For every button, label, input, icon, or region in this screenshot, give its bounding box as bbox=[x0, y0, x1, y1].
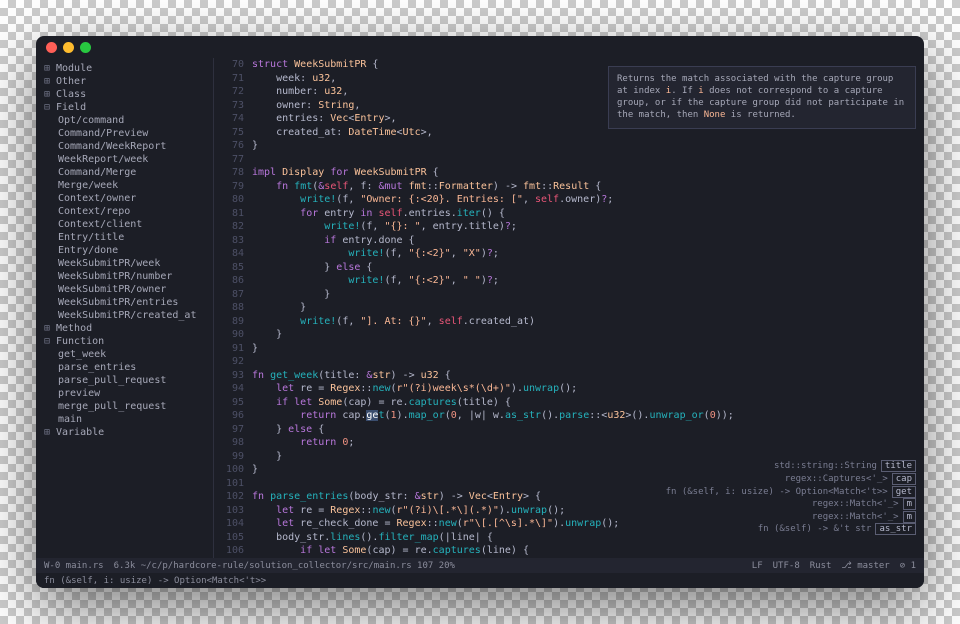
tree-item[interactable]: WeekSubmitPR/number bbox=[36, 270, 213, 283]
tree-item[interactable]: Context/client bbox=[36, 218, 213, 231]
tree-item-label: main bbox=[58, 414, 82, 425]
tree-section[interactable]: ⊞ Method bbox=[36, 322, 213, 335]
tree-section[interactable]: ⊞ Module bbox=[36, 62, 213, 75]
tree-label: Module bbox=[56, 63, 92, 74]
tree-label: Field bbox=[56, 102, 86, 113]
tree-item[interactable]: main bbox=[36, 413, 213, 426]
tree-item-label: merge_pull_request bbox=[58, 401, 166, 412]
tree-item-label: Context/owner bbox=[58, 193, 136, 204]
tree-item-label: WeekSubmitPR/number bbox=[58, 271, 172, 282]
minimize-icon[interactable] bbox=[63, 42, 74, 53]
tree-label: Class bbox=[56, 89, 86, 100]
expand-icon: ⊞ bbox=[42, 427, 52, 438]
modeline-warnings: ⊘ 1 bbox=[900, 561, 916, 571]
tree-label: Variable bbox=[56, 427, 104, 438]
expand-icon: ⊟ bbox=[42, 102, 52, 113]
tree-item[interactable]: get_week bbox=[36, 348, 213, 361]
tree-item-label: WeekSubmitPR/entries bbox=[58, 297, 178, 308]
tree-item[interactable]: Command/WeekReport bbox=[36, 140, 213, 153]
tree-section[interactable]: ⊞ Other bbox=[36, 75, 213, 88]
tree-item-label: Context/client bbox=[58, 219, 142, 230]
modeline-encoding: LF bbox=[752, 561, 763, 571]
hint-row: regex::Captures<'_>cap bbox=[666, 473, 916, 486]
expand-icon: ⊞ bbox=[42, 89, 52, 100]
expand-icon: ⊞ bbox=[42, 323, 52, 334]
hint-row: fn (&self) -> &'t stras_str bbox=[666, 523, 916, 536]
doc-tooltip: Returns the match associated with the ca… bbox=[608, 66, 916, 129]
tree-item[interactable]: Opt/command bbox=[36, 114, 213, 127]
tree-item[interactable]: WeekReport/week bbox=[36, 153, 213, 166]
tree-item[interactable]: Entry/done bbox=[36, 244, 213, 257]
tree-item-label: parse_pull_request bbox=[58, 375, 166, 386]
hint-row: std::string::Stringtitle bbox=[666, 460, 916, 473]
tree-item-label: Opt/command bbox=[58, 115, 124, 126]
tree-item[interactable]: Context/repo bbox=[36, 205, 213, 218]
titlebar[interactable] bbox=[36, 36, 924, 58]
tree-item[interactable]: parse_pull_request bbox=[36, 374, 213, 387]
modeline-lang: Rust bbox=[810, 561, 832, 571]
tree-item-label: Merge/week bbox=[58, 180, 118, 191]
modeline-charset: UTF-8 bbox=[773, 561, 800, 571]
tree-section[interactable]: ⊞ Class bbox=[36, 88, 213, 101]
editor-window: ⊞ Module ⊞ Other ⊞ Class ⊟ Field Opt/command Comm… bbox=[36, 36, 924, 588]
modeline-path: 6.3k ~/c/p/hardcore-rule/solution_collec… bbox=[104, 561, 752, 571]
tree-item[interactable]: WeekSubmitPR/owner bbox=[36, 283, 213, 296]
tree-item[interactable]: WeekSubmitPR/week bbox=[36, 257, 213, 270]
maximize-icon[interactable] bbox=[80, 42, 91, 53]
tree-item-label: Command/Preview bbox=[58, 128, 148, 139]
symbols-sidebar[interactable]: ⊞ Module ⊞ Other ⊞ Class ⊟ Field Opt/command Comm… bbox=[36, 58, 214, 558]
tree-item-label: Context/repo bbox=[58, 206, 130, 217]
tree-item[interactable]: Merge/week bbox=[36, 179, 213, 192]
close-icon[interactable] bbox=[46, 42, 57, 53]
hint-row: regex::Match<'_>m bbox=[666, 498, 916, 511]
tree-item[interactable]: Entry/title bbox=[36, 231, 213, 244]
tree-label: Other bbox=[56, 76, 86, 87]
hint-row: regex::Match<'_>m bbox=[666, 511, 916, 524]
tree-item-label: Command/Merge bbox=[58, 167, 136, 178]
minibuffer-text: fn (&self, i: usize) -> Option<Match<'t>… bbox=[44, 576, 266, 586]
hint-row: fn (&self, i: usize) -> Option<Match<'t>… bbox=[666, 486, 916, 499]
tree-item[interactable]: WeekSubmitPR/created_at bbox=[36, 309, 213, 322]
tree-item-label: WeekReport/week bbox=[58, 154, 148, 165]
tree-item[interactable]: merge_pull_request bbox=[36, 400, 213, 413]
tree-section[interactable]: ⊞ Variable bbox=[36, 426, 213, 439]
modeline: W-0 main.rs 6.3k ~/c/p/hardcore-rule/sol… bbox=[36, 558, 924, 573]
tree-label: Function bbox=[56, 336, 104, 347]
tree-item-label: preview bbox=[58, 388, 100, 399]
main-area: ⊞ Module ⊞ Other ⊞ Class ⊟ Field Opt/command Comm… bbox=[36, 58, 924, 558]
tree-item-label: get_week bbox=[58, 349, 106, 360]
expand-icon: ⊟ bbox=[42, 336, 52, 347]
minibuffer: fn (&self, i: usize) -> Option<Match<'t>… bbox=[36, 573, 924, 588]
modeline-buffer: W-0 main.rs bbox=[44, 561, 104, 571]
modeline-vcs: ⎇ master bbox=[841, 561, 889, 571]
tree-item[interactable]: Command/Merge bbox=[36, 166, 213, 179]
code-editor[interactable]: 70 71 72 73 74 75 76 77 78 79 80 81 82 8… bbox=[214, 58, 924, 558]
tree-section[interactable]: ⊟ Function bbox=[36, 335, 213, 348]
tree-item[interactable]: WeekSubmitPR/entries bbox=[36, 296, 213, 309]
tree-item-label: Entry/title bbox=[58, 232, 124, 243]
tree-item[interactable]: parse_entries bbox=[36, 361, 213, 374]
tree-item[interactable]: Context/owner bbox=[36, 192, 213, 205]
tree-item-label: Entry/done bbox=[58, 245, 118, 256]
tree-item-label: WeekSubmitPR/owner bbox=[58, 284, 166, 295]
tree-item-label: Command/WeekReport bbox=[58, 141, 166, 152]
tree-item[interactable]: preview bbox=[36, 387, 213, 400]
tree-item-label: parse_entries bbox=[58, 362, 136, 373]
tree-item-label: WeekSubmitPR/week bbox=[58, 258, 160, 269]
modeline-right: LF UTF-8 Rust ⎇ master ⊘ 1 bbox=[752, 561, 916, 571]
tree-item[interactable]: Command/Preview bbox=[36, 127, 213, 140]
expand-icon: ⊞ bbox=[42, 76, 52, 87]
tree-item-label: WeekSubmitPR/created_at bbox=[58, 310, 196, 321]
expand-icon: ⊞ bbox=[42, 63, 52, 74]
line-numbers: 70 71 72 73 74 75 76 77 78 79 80 81 82 8… bbox=[214, 58, 252, 558]
tree-section[interactable]: ⊟ Field bbox=[36, 101, 213, 114]
type-hints: std::string::Stringtitleregex::Captures<… bbox=[666, 460, 916, 536]
tree-label: Method bbox=[56, 323, 92, 334]
